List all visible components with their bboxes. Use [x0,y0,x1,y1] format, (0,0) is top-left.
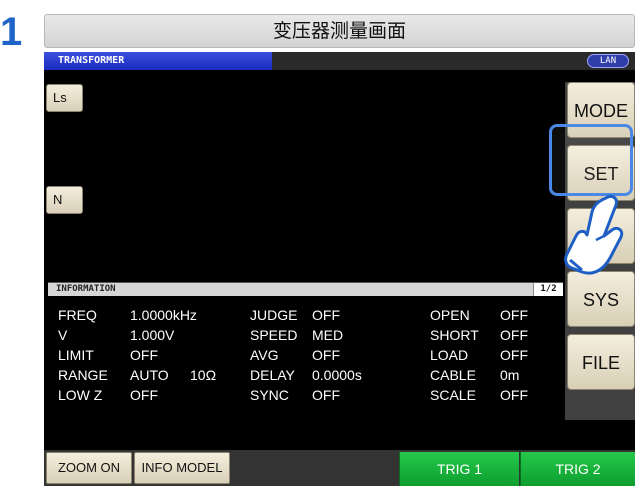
information-title: INFORMATION [56,284,116,294]
screen-title: TRANSFORMER [44,52,272,70]
set-highlight [549,124,633,196]
information-header: INFORMATION 1/2 [48,283,563,296]
pointing-hand-icon [564,194,624,275]
info-model-button[interactable]: INFO MODEL [134,452,230,484]
info-label: SHORT [430,327,479,343]
info-label: SPEED [250,327,298,343]
info-value: 1.000V [130,327,175,343]
info-value: OFF [312,307,340,323]
bottom-bar: ZOOM ON INFO MODEL TRIG 1 TRIG 2 [44,450,635,486]
info-value: OFF [500,387,528,403]
zoom-on-button[interactable]: ZOOM ON [46,452,132,484]
info-value: 0m [500,367,520,383]
top-bar: TRANSFORMER LAN [44,52,635,70]
lan-badge: LAN [587,54,629,68]
info-label: AVG [250,347,279,363]
file-button[interactable]: FILE [567,334,635,390]
info-label: CABLE [430,367,476,383]
info-label: FREQ [58,307,97,323]
param-n-button[interactable]: N [46,186,83,214]
info-value: OFF [130,387,158,403]
info-label: JUDGE [250,307,298,323]
information-panel: INFORMATION 1/2 FREQ 1.0000kHz JUDGE OFF… [48,282,563,436]
info-value: AUTO [130,367,169,383]
info-value: 10Ω [190,367,217,383]
instrument-screen: TRANSFORMER LAN Ls N MODE SET ADJ SYS FI… [44,52,635,486]
info-label: LIMIT [58,347,94,363]
trig-2-button[interactable]: TRIG 2 [520,452,635,486]
info-value: 1.0000kHz [130,307,197,323]
info-value: OFF [500,307,528,323]
info-label: SCALE [430,387,476,403]
info-label: DELAY [250,367,295,383]
info-value: MED [312,327,344,343]
info-value: OFF [500,327,528,343]
info-label: RANGE [58,367,108,383]
page-indicator: 1/2 [533,283,563,296]
info-label: LOAD [430,347,469,363]
info-value: OFF [500,347,528,363]
info-label: LOW Z [58,387,103,403]
info-value: 0.0000s [312,367,362,383]
trig-1-button[interactable]: TRIG 1 [399,452,519,486]
info-value: OFF [130,347,158,363]
param-ls-button[interactable]: Ls [46,84,83,112]
figure-caption: 变压器测量画面 [44,14,635,48]
info-value: OFF [312,347,340,363]
info-label: SYNC [250,387,289,403]
info-value: OFF [312,387,340,403]
info-label: OPEN [430,307,470,323]
info-label: V [58,327,68,343]
step-number: 1 [0,10,23,54]
